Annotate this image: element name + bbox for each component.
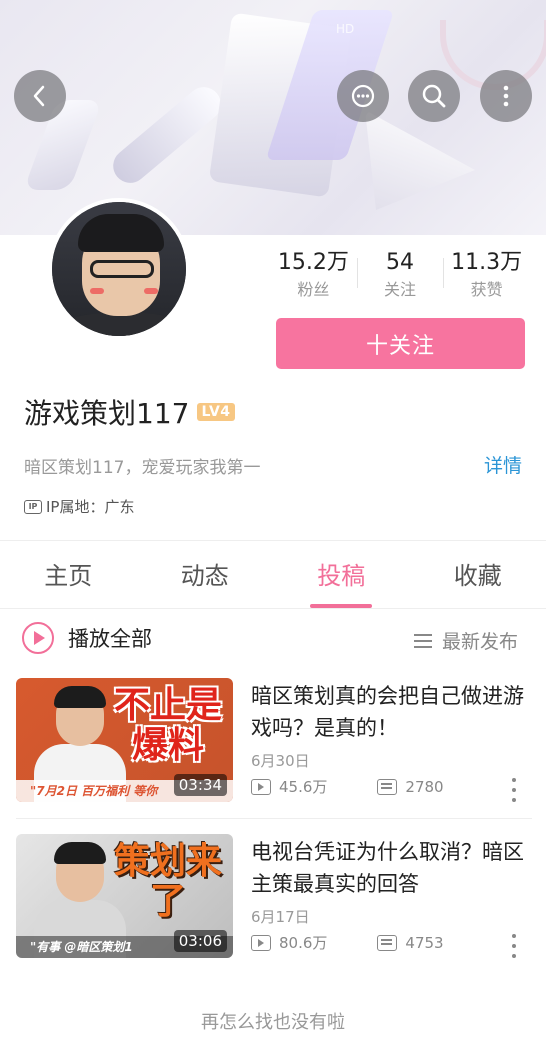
ip-location-text: IP属地：广东 <box>46 498 135 516</box>
more-button[interactable] <box>480 70 532 122</box>
video-title: 暗区策划真的会把自己做进游戏吗？是真的！ <box>251 684 524 740</box>
avatar-hair <box>78 214 164 252</box>
details-link[interactable]: 详情 <box>484 451 522 478</box>
stat-fans[interactable]: 15.2万 粉丝 <box>270 248 357 308</box>
danmaku-icon <box>377 778 398 795</box>
back-arrow-icon <box>33 85 45 107</box>
stat-likes[interactable]: 11.3万 获赞 <box>443 248 530 308</box>
play-circle-icon <box>22 622 54 654</box>
stat-label: 获赞 <box>470 280 503 299</box>
search-icon <box>422 84 446 108</box>
play-all-button[interactable]: 播放全部 <box>22 622 152 654</box>
play-all-label: 播放全部 <box>68 627 152 651</box>
sort-lines-icon <box>414 633 432 648</box>
ip-icon: IP <box>24 499 42 514</box>
follow-button[interactable]: 十关注 <box>276 318 525 369</box>
video-item[interactable]: 不止是爆料 "7月2日 百万福利 等你 03:34 暗区策划真的会把自己做进游戏… <box>16 678 532 802</box>
stat-value: 11.3万 <box>451 250 523 275</box>
sort-label: 最新发布 <box>442 631 519 653</box>
username: 游戏策划117 <box>24 397 190 430</box>
play-count-icon <box>251 778 271 795</box>
end-of-list-text: 再怎么找也没有啦 <box>201 1012 345 1033</box>
play-count: 80.6万 <box>279 934 328 952</box>
more-options-icon[interactable] <box>510 934 518 958</box>
search-button[interactable] <box>408 70 460 122</box>
username-row: 游戏策划117 LV4 <box>24 392 235 432</box>
thumbnail-caption: 策划来了 <box>113 841 222 922</box>
play-count-icon <box>251 934 271 951</box>
profile-stats: 15.2万 粉丝 54 关注 11.3万 获赞 <box>270 248 530 308</box>
stat-value: 54 <box>386 250 414 275</box>
video-duration: 03:34 <box>173 774 227 796</box>
back-button[interactable] <box>14 70 66 122</box>
tab-dynamics[interactable]: 动态 <box>137 545 274 608</box>
video-duration: 03:06 <box>173 930 227 952</box>
danmaku-count: 4753 <box>405 933 444 952</box>
banner-decoration <box>365 110 475 210</box>
message-icon <box>351 84 375 108</box>
avatar-blush <box>90 288 104 294</box>
tab-home[interactable]: 主页 <box>0 545 137 608</box>
avatar[interactable] <box>48 198 190 340</box>
danmaku-count: 2780 <box>405 777 444 796</box>
tab-uploads[interactable]: 投稿 <box>273 545 410 608</box>
list-divider <box>16 818 532 819</box>
video-item[interactable]: 策划来了 "有事 @暗区策划1 03:06 电视台凭证为什么取消？暗区主策最真实… <box>16 834 532 958</box>
play-count: 45.6万 <box>279 778 328 796</box>
banner-badge: HD <box>336 22 355 36</box>
video-date: 6月17日 <box>251 908 310 926</box>
sort-button[interactable]: 最新发布 <box>414 627 518 654</box>
more-vertical-icon <box>503 85 509 107</box>
stat-label: 粉丝 <box>297 280 330 299</box>
video-thumbnail: 策划来了 "有事 @暗区策划1 03:06 <box>16 834 233 958</box>
stat-label: 关注 <box>384 280 417 299</box>
thumbnail-caption: 不止是爆料 <box>113 685 222 766</box>
level-badge: LV4 <box>197 403 235 421</box>
avatar-blush <box>144 288 158 294</box>
video-title: 电视台凭证为什么取消？暗区主策最真实的回答 <box>251 840 524 896</box>
message-button[interactable] <box>337 70 389 122</box>
video-date: 6月30日 <box>251 752 310 770</box>
danmaku-icon <box>377 934 398 951</box>
section-divider <box>0 540 546 541</box>
stat-following[interactable]: 54 关注 <box>356 248 444 308</box>
tab-favorites[interactable]: 收藏 <box>410 545 546 608</box>
more-options-icon[interactable] <box>510 778 518 802</box>
video-meta: 45.6万 2780 <box>251 776 526 797</box>
video-meta: 80.6万 4753 <box>251 932 526 953</box>
profile-tabs: 主页 动态 投稿 收藏 <box>0 545 546 609</box>
profile-banner: HD <box>0 0 546 235</box>
bio-text: 暗区策划117，宠爱玩家我第一 <box>24 458 261 478</box>
stat-value: 15.2万 <box>277 250 349 275</box>
video-thumbnail: 不止是爆料 "7月2日 百万福利 等你 03:34 <box>16 678 233 802</box>
avatar-glasses <box>90 260 154 278</box>
ip-location: IP IP属地：广东 <box>24 496 134 517</box>
